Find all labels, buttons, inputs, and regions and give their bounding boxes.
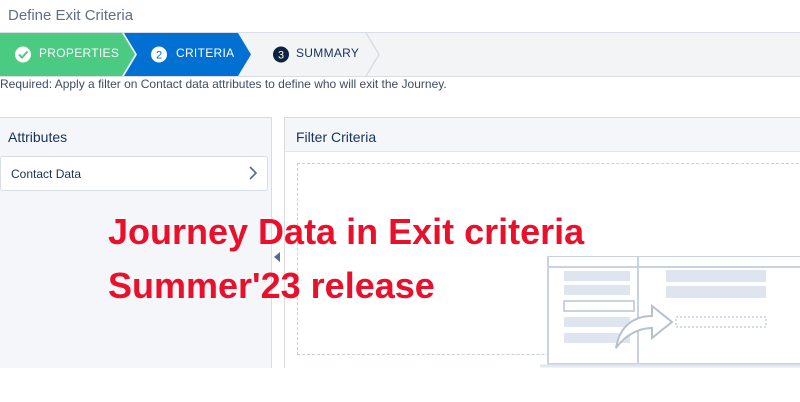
filter-criteria-header: Filter Criteria [296, 129, 377, 145]
step-number-3-icon: 3 [273, 46, 289, 63]
attribute-item-contact-data[interactable]: Contact Data [0, 156, 268, 191]
step-properties[interactable]: PROPERTIES [39, 46, 119, 60]
path-shapes: 2 3 [0, 33, 380, 76]
title-bar: Define Exit Criteria [0, 0, 800, 32]
step-number-2-icon: 2 [151, 46, 167, 63]
step-criteria[interactable]: CRITERIA [176, 46, 234, 60]
progress-path: 2 3 PROPERTIES CRITERIA SUMMARY [0, 32, 800, 77]
svg-text:3: 3 [278, 50, 284, 62]
check-icon [15, 46, 31, 63]
svg-text:2: 2 [156, 50, 162, 62]
collapse-arrow-icon[interactable] [273, 252, 281, 262]
page-title: Define Exit Criteria [8, 7, 134, 24]
attribute-item-label: Contact Data [11, 167, 82, 181]
attributes-header: Attributes [8, 129, 68, 145]
overlay-headline: Journey Data in Exit criteria [108, 211, 585, 252]
drag-drop-illustration [540, 256, 800, 368]
chevron-right-icon [249, 166, 258, 180]
step-summary-divider [365, 33, 380, 76]
instruction-text: Required: Apply a filter on Contact data… [0, 77, 447, 91]
overlay-subheadline: Summer'23 release [108, 265, 435, 306]
step-summary[interactable]: SUMMARY [296, 46, 359, 60]
